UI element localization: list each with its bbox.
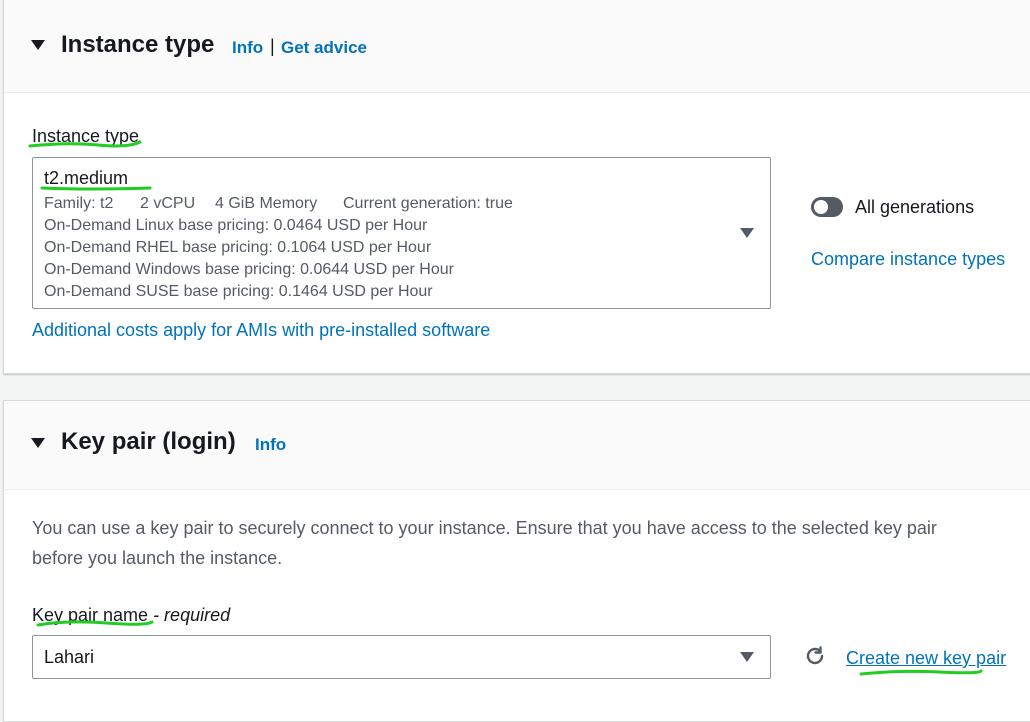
instance-generation: Current generation: true (343, 195, 513, 212)
pricing-windows: On-Demand Windows base pricing: 0.0644 U… (44, 261, 454, 278)
instance-type-panel: Instance type Info | Get advice Instance… (3, 0, 1030, 374)
section-title: Instance type (61, 31, 215, 58)
collapse-caret-icon[interactable] (31, 438, 45, 448)
dropdown-caret-icon (740, 652, 754, 662)
instance-type-select[interactable]: t2.medium Family: t2 2 vCPU 4 GiB Memory… (32, 157, 771, 309)
all-generations-toggle[interactable] (811, 197, 843, 217)
pricing-suse: On-Demand SUSE base pricing: 0.1464 USD … (44, 283, 433, 300)
instance-family: Family: t2 (44, 195, 114, 212)
all-generations-label: All generations (855, 197, 975, 217)
pricing-linux: On-Demand Linux base pricing: 0.0464 USD… (44, 217, 428, 234)
get-advice-link[interactable]: Get advice (281, 38, 367, 58)
additional-costs-link[interactable]: Additional costs apply for AMIs with pre… (32, 320, 490, 341)
refresh-icon[interactable] (803, 644, 827, 668)
highlight-mark (40, 186, 152, 191)
instance-type-header: Instance type Info | Get advice (4, 0, 1030, 93)
key-pair-description: You can use a key pair to securely conne… (32, 518, 937, 538)
link-separator: | (270, 36, 275, 56)
highlight-mark (859, 669, 983, 676)
key-pair-select[interactable]: Lahari (32, 635, 771, 679)
key-pair-panel: Key pair (login) Info You can use a key … (3, 400, 1030, 722)
dropdown-caret-icon (740, 228, 754, 238)
instance-vcpu: 2 vCPU (140, 195, 196, 212)
info-link[interactable]: Info (255, 435, 286, 455)
required-suffix: - required (148, 605, 231, 625)
key-pair-value: Lahari (44, 647, 95, 667)
highlight-mark (36, 620, 154, 627)
key-pair-header: Key pair (login) Info (4, 401, 1030, 490)
info-link[interactable]: Info (232, 38, 263, 58)
section-title: Key pair (login) (61, 428, 236, 455)
collapse-caret-icon[interactable] (31, 40, 45, 50)
pricing-rhel: On-Demand RHEL base pricing: 0.1064 USD … (44, 239, 432, 256)
instance-memory: 4 GiB Memory (215, 195, 318, 212)
toggle-knob (814, 200, 828, 214)
highlight-mark (28, 140, 142, 148)
key-pair-description-2: before you launch the instance. (32, 548, 283, 568)
compare-instance-types-link[interactable]: Compare instance types (811, 249, 1005, 270)
